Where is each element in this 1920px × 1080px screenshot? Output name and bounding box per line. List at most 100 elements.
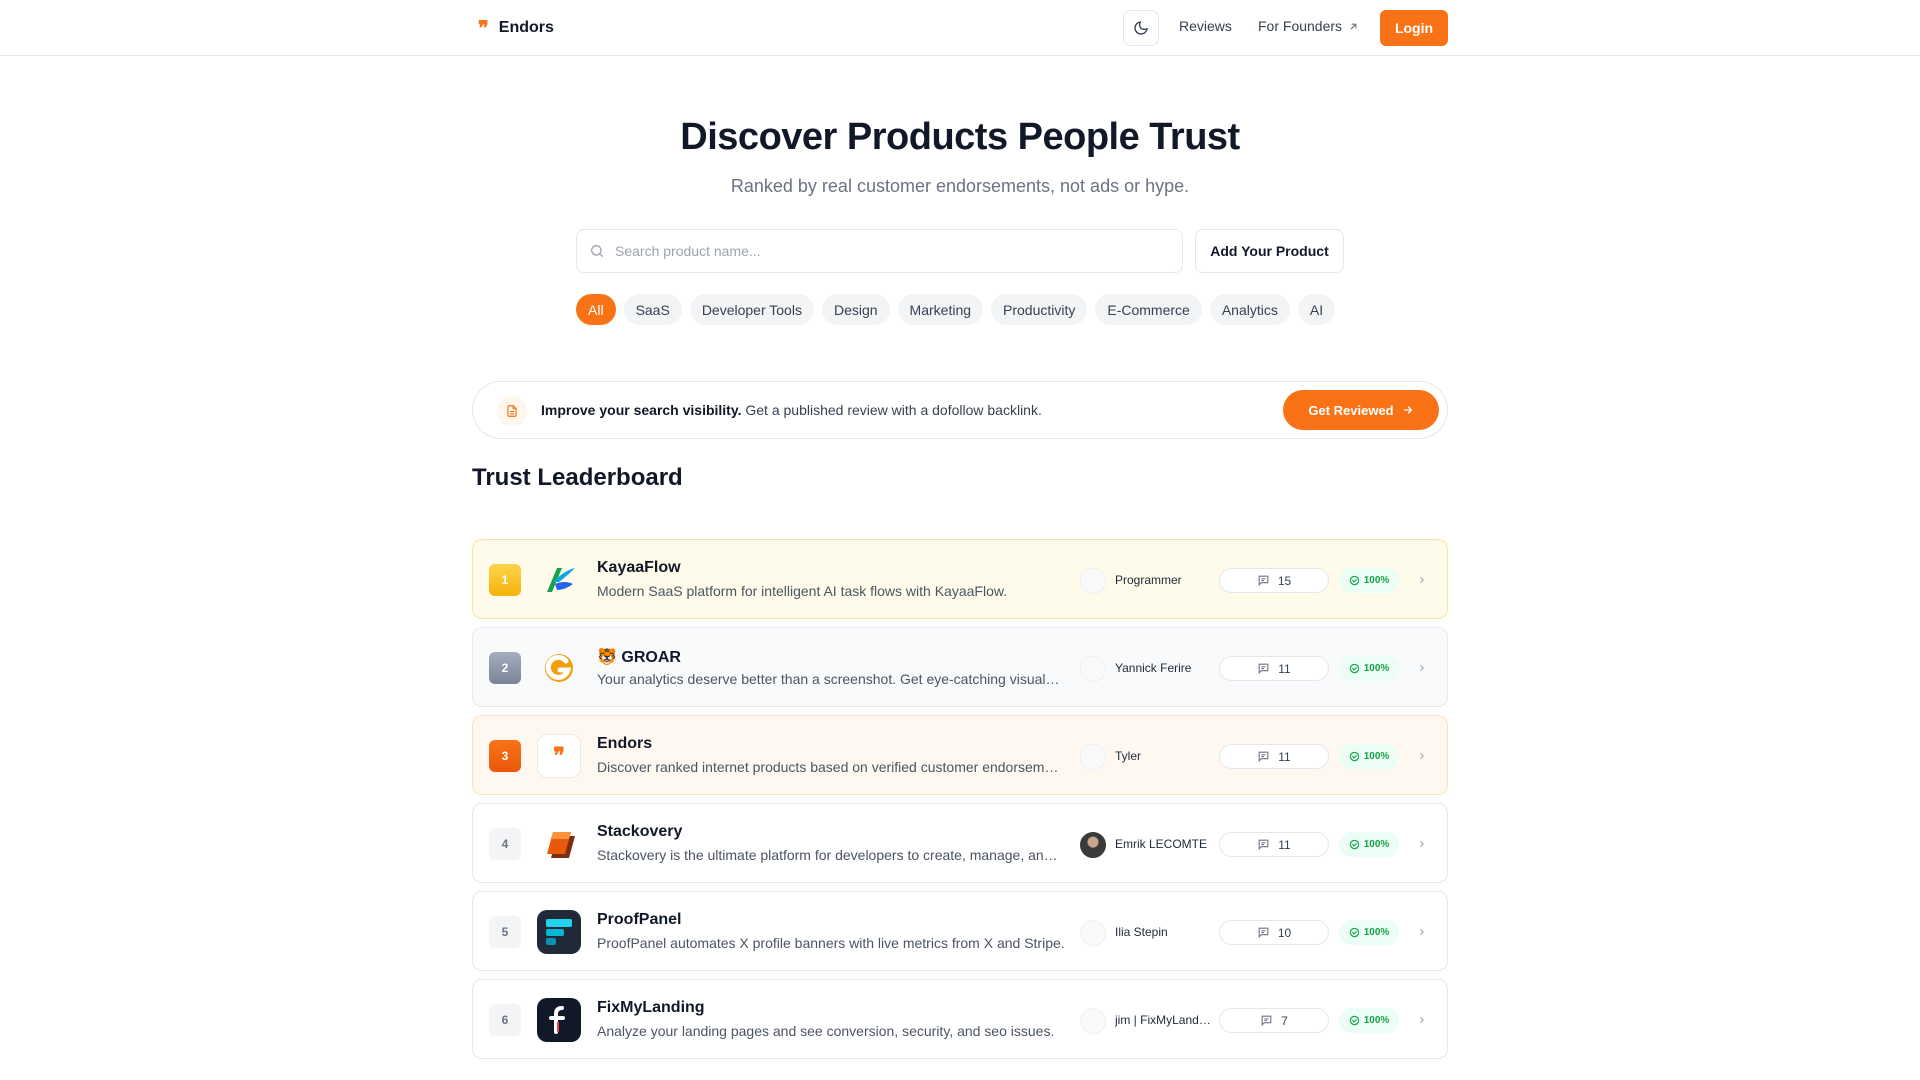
- founder-name: Emrik LECOMTE: [1115, 837, 1208, 851]
- product-name: ProofPanel: [597, 911, 682, 928]
- get-reviewed-label: Get Reviewed: [1308, 402, 1394, 418]
- trust-score: 100%: [1363, 575, 1390, 586]
- proofpanel-logo-icon: [537, 910, 581, 954]
- avatar: [1080, 656, 1106, 682]
- endors-logo-icon: ❞: [537, 734, 581, 778]
- founder-name: Ilia Stepin: [1115, 925, 1168, 939]
- review-count-badge: 11: [1219, 832, 1329, 857]
- review-count: 11: [1278, 661, 1291, 676]
- banner-body-text: Get a published review with a dofollow b…: [741, 402, 1042, 418]
- trust-score: 100%: [1363, 927, 1390, 938]
- trust-score: 100%: [1363, 1015, 1390, 1026]
- shield-check-icon: [1349, 663, 1359, 674]
- trust-score: 100%: [1363, 839, 1390, 850]
- search-box[interactable]: [576, 229, 1183, 273]
- chevron-right-icon[interactable]: [1413, 1011, 1431, 1029]
- product-description: Stackovery is the ultimate platform for …: [597, 847, 1065, 863]
- review-count: 11: [1278, 837, 1291, 852]
- product-description: Modern SaaS platform for intelligent AI …: [597, 583, 1008, 599]
- shield-check-icon: [1349, 839, 1359, 850]
- avatar: [1080, 744, 1106, 770]
- product-name: Stackovery: [597, 823, 683, 840]
- avatar: [1080, 920, 1106, 946]
- nav-founders-label: For Founders: [1258, 18, 1343, 34]
- category-chip-all[interactable]: All: [576, 294, 616, 325]
- trust-score-badge: 100%: [1339, 1008, 1399, 1033]
- chevron-right-icon[interactable]: [1413, 835, 1431, 853]
- trust-score-badge: 100%: [1339, 656, 1399, 681]
- shield-check-icon: [1349, 575, 1359, 586]
- review-count-badge: 11: [1219, 744, 1329, 769]
- rank-badge: 1: [489, 564, 521, 596]
- category-chip-ai[interactable]: AI: [1297, 294, 1336, 325]
- chevron-right-icon[interactable]: [1413, 747, 1431, 765]
- trust-score-badge: 100%: [1339, 568, 1399, 593]
- rank-badge: 2: [489, 652, 521, 684]
- comment-icon: [1258, 927, 1269, 939]
- rank-badge: 3: [489, 740, 521, 772]
- review-count-badge: 15: [1219, 568, 1329, 593]
- leaderboard-row[interactable]: 5 ProofPanel ProofPanel automates X prof…: [472, 891, 1448, 971]
- leaderboard-row[interactable]: 4 Stackovery Stackovery is the ultimate …: [472, 803, 1448, 883]
- product-name: 🐯 GROAR: [597, 649, 681, 666]
- document-icon: [497, 396, 527, 426]
- avatar: [1080, 568, 1106, 594]
- add-product-button[interactable]: Add Your Product: [1195, 229, 1344, 273]
- comment-icon: [1258, 839, 1269, 851]
- review-count-badge: 10: [1219, 920, 1329, 945]
- banner-text: Improve your search visibility. Get a pu…: [541, 402, 1042, 418]
- leaderboard-row[interactable]: 3 ❞ Endors Discover ranked internet prod…: [472, 715, 1448, 795]
- chevron-right-icon[interactable]: [1413, 571, 1431, 589]
- page-title: Discover Products People Trust: [680, 116, 1240, 158]
- category-chip-marketing[interactable]: Marketing: [897, 294, 984, 325]
- category-chip-saas[interactable]: SaaS: [623, 294, 682, 325]
- get-reviewed-button[interactable]: Get Reviewed: [1283, 390, 1439, 430]
- search-icon: [591, 245, 603, 257]
- trust-score: 100%: [1363, 751, 1390, 762]
- category-chip-analytics[interactable]: Analytics: [1209, 294, 1290, 325]
- leaderboard-title: Trust Leaderboard: [472, 464, 683, 491]
- chevron-right-icon[interactable]: [1413, 659, 1431, 677]
- trust-score: 100%: [1363, 663, 1390, 674]
- trust-score-badge: 100%: [1339, 832, 1399, 857]
- search-input[interactable]: [615, 243, 1155, 259]
- theme-toggle-button[interactable]: [1123, 10, 1159, 46]
- brand-logo[interactable]: ❞ Endors: [478, 14, 554, 42]
- fixmylanding-logo-icon: [537, 998, 581, 1042]
- product-description: Analyze your landing pages and see conve…: [597, 1023, 1055, 1039]
- review-count: 10: [1277, 925, 1292, 940]
- leaderboard-row[interactable]: 1 KayaaFlow Modern SaaS platform for int…: [472, 539, 1448, 619]
- leaderboard-row[interactable]: 6 FixMyLanding Analyze your landing page…: [472, 979, 1448, 1059]
- chevron-right-icon[interactable]: [1413, 923, 1431, 941]
- review-count: 7: [1281, 1013, 1288, 1028]
- category-chip-productivity[interactable]: Productivity: [991, 294, 1088, 325]
- founder-name: Tyler: [1115, 749, 1142, 763]
- product-name: KayaaFlow: [597, 559, 681, 576]
- groar-logo-icon: [537, 646, 581, 690]
- comment-icon: [1261, 1015, 1272, 1027]
- trust-score-badge: 100%: [1339, 744, 1399, 769]
- category-chip-ecommerce[interactable]: E-Commerce: [1095, 294, 1202, 325]
- leaderboard-row[interactable]: 2 🐯 GROAR Your analytics deserve better …: [472, 627, 1448, 707]
- brand-name: Endors: [498, 19, 554, 36]
- category-chip-design[interactable]: Design: [821, 294, 890, 325]
- page-subtitle: Ranked by real customer endorsements, no…: [730, 176, 1190, 196]
- nav-founders-link[interactable]: For Founders: [1258, 18, 1359, 34]
- product-description: Discover ranked internet products based …: [597, 759, 1065, 775]
- nav-reviews-link[interactable]: Reviews: [1179, 18, 1232, 34]
- review-count-badge: 11: [1219, 656, 1329, 681]
- kayaaflow-logo-icon: [537, 558, 581, 602]
- moon-icon: [1134, 21, 1148, 35]
- avatar: [1080, 1008, 1106, 1034]
- avatar: [1080, 832, 1106, 858]
- founder-name: jim | FixMyLanding: [1115, 1013, 1211, 1027]
- rank-badge: 4: [489, 828, 521, 860]
- review-count: 11: [1278, 749, 1291, 764]
- external-arrow-icon: [1350, 23, 1357, 29]
- category-chip-developer-tools[interactable]: Developer Tools: [689, 294, 814, 325]
- login-button[interactable]: Login: [1380, 10, 1448, 46]
- comment-icon: [1258, 575, 1269, 587]
- product-description: ProofPanel automates X profile banners w…: [597, 935, 1065, 951]
- founder-name: Yannick Ferire: [1115, 661, 1192, 675]
- arrow-right-icon: [1403, 406, 1412, 414]
